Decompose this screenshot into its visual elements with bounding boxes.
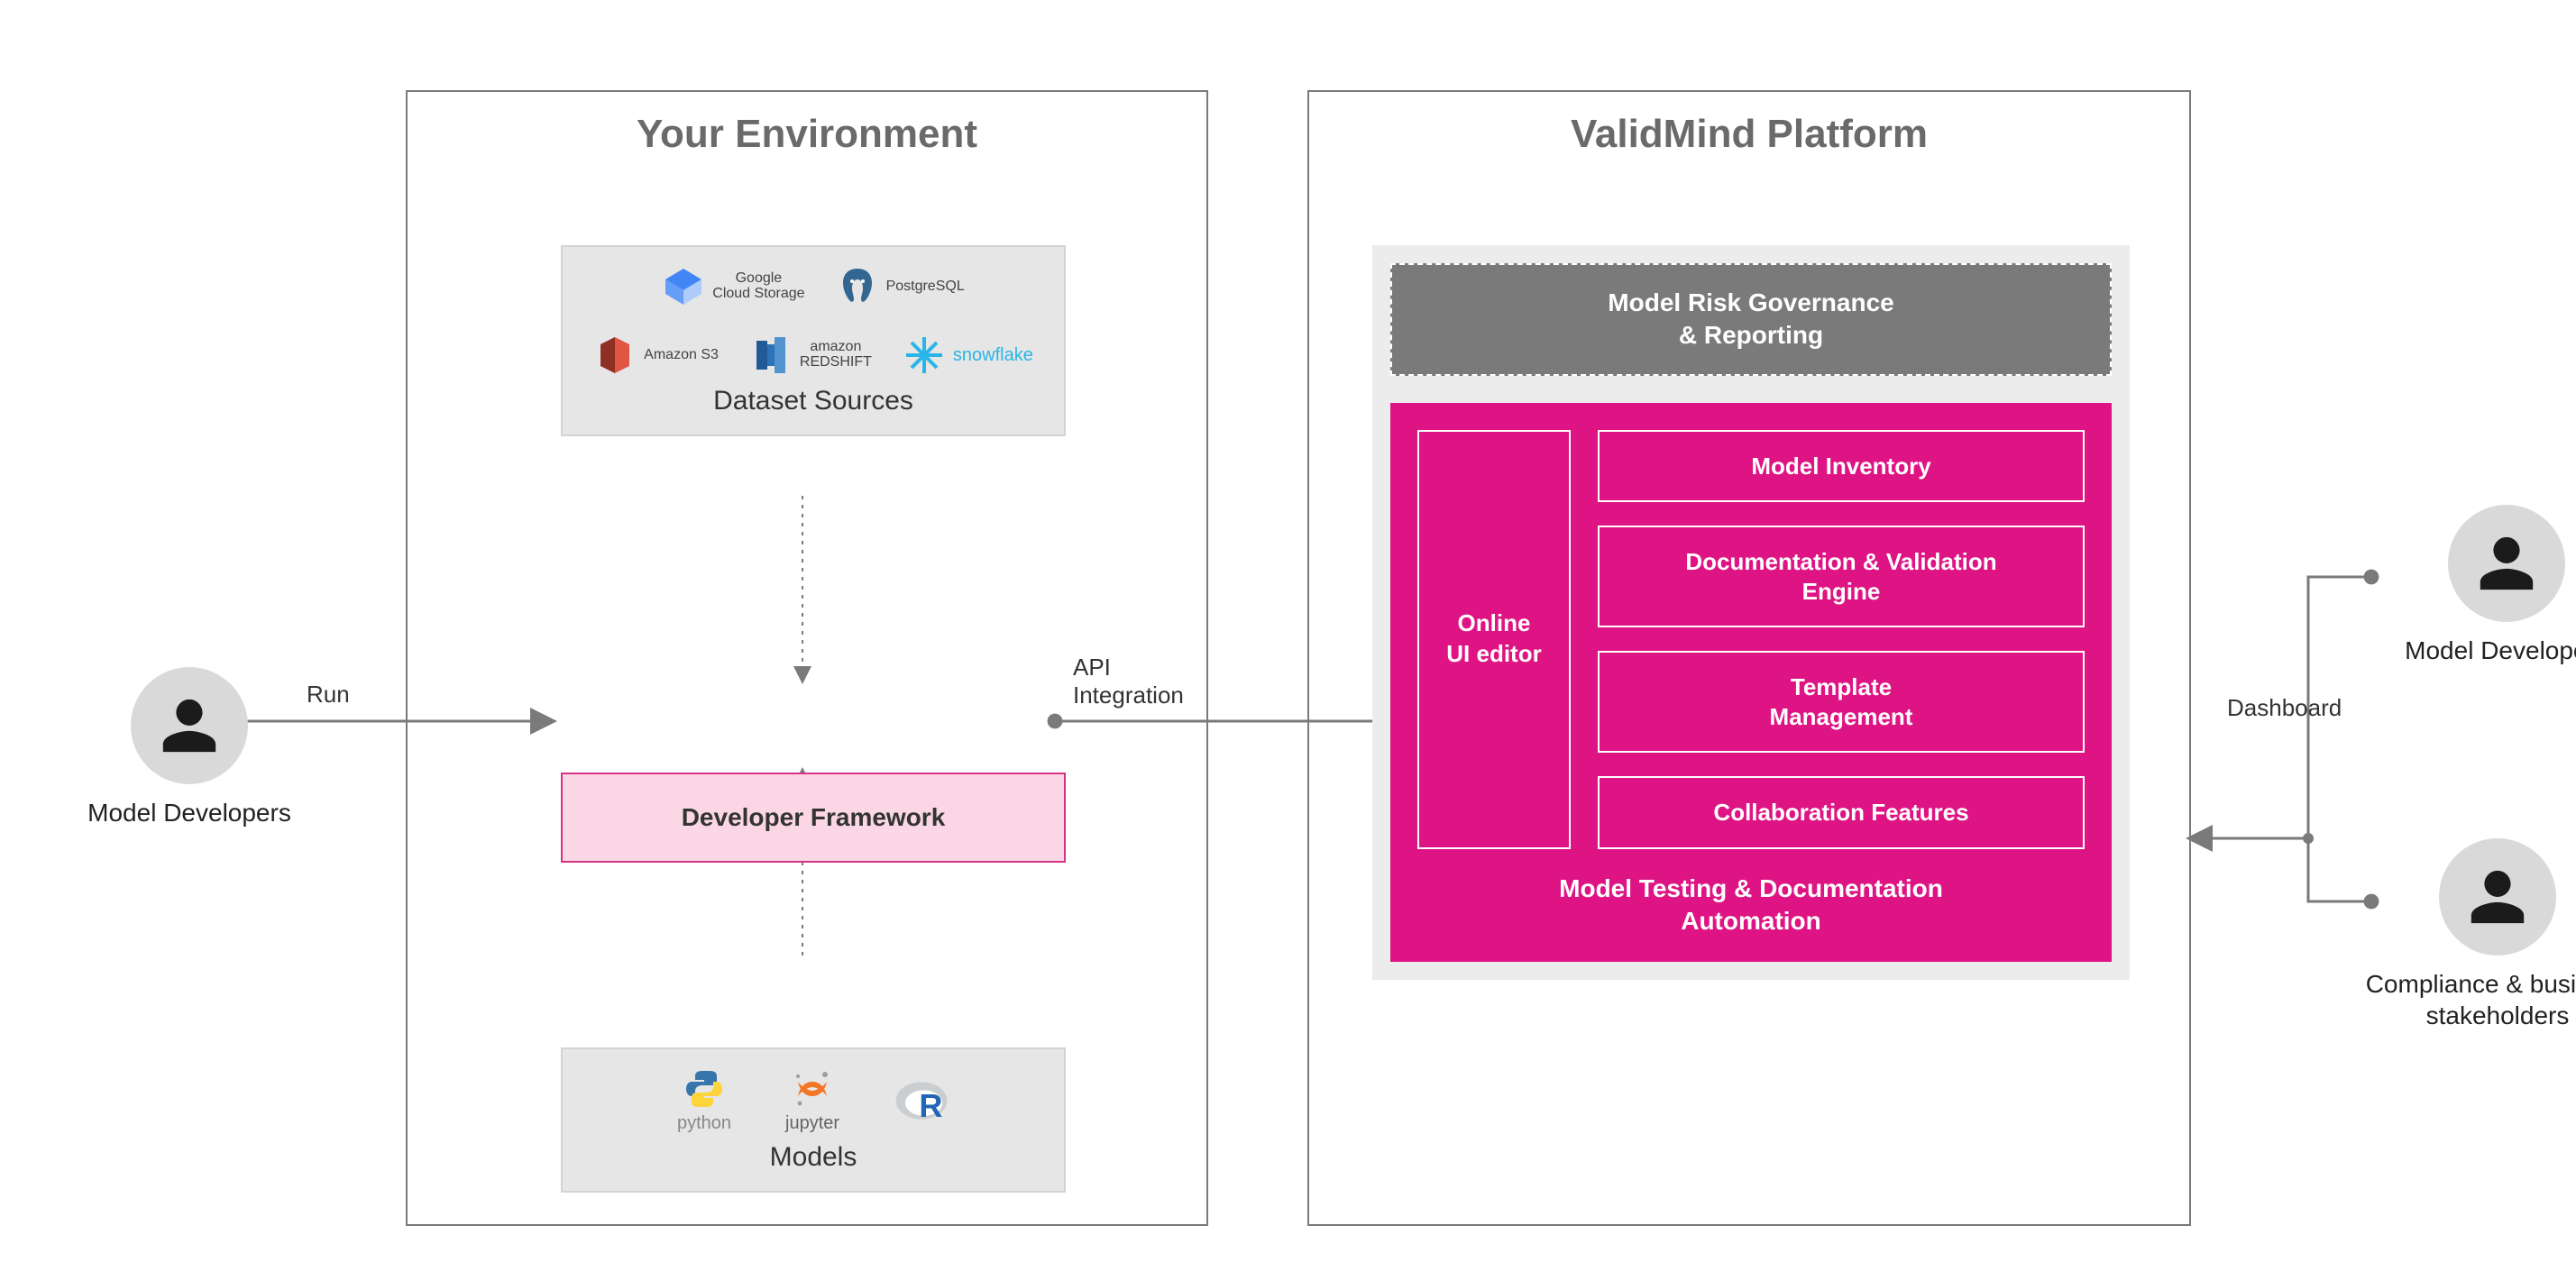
actor-model-developers-left: Model Developers xyxy=(45,667,334,828)
pink-item-doc-validation: Documentation & Validation Engine xyxy=(1598,526,2085,627)
person-icon xyxy=(131,667,248,784)
box-models: python jupyter R Models xyxy=(561,1047,1066,1193)
actor-label: Model Developers xyxy=(2362,635,2576,666)
person-icon xyxy=(2439,838,2556,956)
panel-title: ValidMind Platform xyxy=(1309,112,2189,157)
platform-outer-container: Model Risk Governance & Reporting Online… xyxy=(1372,245,2130,980)
logo-amazon-redshift: amazon REDSHIFT xyxy=(749,334,872,377)
actor-compliance-stakeholders: Compliance & business stakeholders xyxy=(2344,838,2576,1031)
logo-r: R xyxy=(894,1079,949,1122)
box-title: Models xyxy=(584,1142,1042,1173)
person-icon xyxy=(2448,505,2565,622)
logo-postgresql: PostgreSQL xyxy=(836,265,965,308)
box-ui-editor: Online UI editor xyxy=(1417,430,1571,849)
box-developer-framework: Developer Framework xyxy=(561,773,1066,863)
svg-text:R: R xyxy=(919,1087,942,1124)
edge-label-run: Run xyxy=(307,681,350,709)
panel-title: Your Environment xyxy=(408,112,1206,157)
pink-item-inventory: Model Inventory xyxy=(1598,430,2085,503)
edge-label-dashboard: Dashboard xyxy=(2227,694,2342,722)
box-pink-automation: Online UI editor Model Inventory Documen… xyxy=(1390,403,2112,962)
panel-your-environment: Your Environment Google Cloud Storage Po… xyxy=(406,90,1208,1226)
pink-footer: Model Testing & Documentation Automation xyxy=(1417,873,2085,938)
actor-label: Compliance & business stakeholders xyxy=(2344,968,2576,1031)
logo-google-cloud-storage: Google Cloud Storage xyxy=(662,265,804,308)
pink-item-collab: Collaboration Features xyxy=(1598,776,2085,849)
box-dataset-sources: Google Cloud Storage PostgreSQL Amazon S… xyxy=(561,245,1066,436)
pink-item-template: Template Management xyxy=(1598,651,2085,753)
logo-jupyter: jupyter xyxy=(785,1067,839,1133)
actor-label: Model Developers xyxy=(45,797,334,828)
logo-amazon-s3: Amazon S3 xyxy=(593,334,719,377)
actor-model-developers-right: Model Developers xyxy=(2362,505,2576,666)
box-governance: Model Risk Governance & Reporting xyxy=(1390,263,2112,376)
logo-python: python xyxy=(677,1067,731,1133)
logo-snowflake: snowflake xyxy=(903,334,1033,377)
box-title: Dataset Sources xyxy=(584,386,1042,416)
panel-validmind-platform: ValidMind Platform Model Risk Governance… xyxy=(1307,90,2191,1226)
